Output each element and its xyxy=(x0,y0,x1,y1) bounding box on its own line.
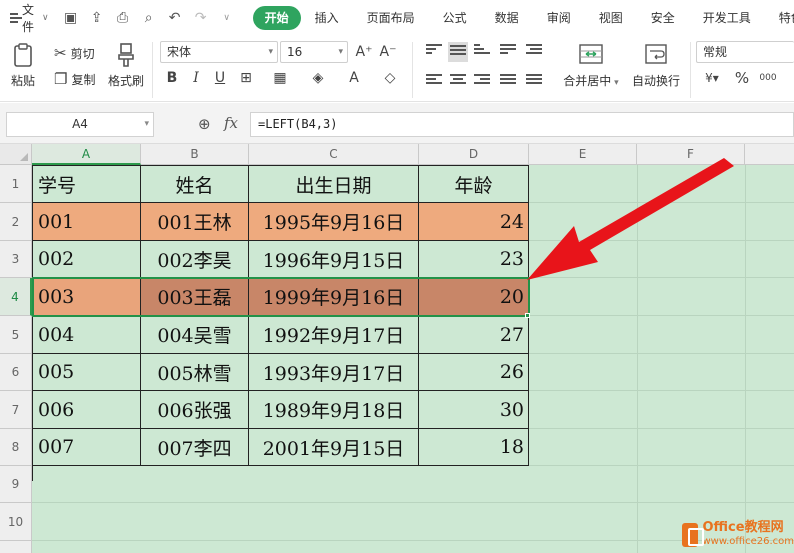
scissors-icon: ✂ xyxy=(54,44,67,62)
distributed-icon[interactable] xyxy=(526,74,542,88)
cell-reference: A4 xyxy=(72,117,88,131)
hamburger-icon xyxy=(10,13,22,23)
tab-review[interactable]: 审阅 xyxy=(533,6,585,30)
wrap-text-label: 自动换行 xyxy=(631,74,680,88)
chevron-down-icon: ▾ xyxy=(144,119,149,129)
merge-cells-icon xyxy=(579,44,603,64)
decrease-font-icon[interactable]: A⁻ xyxy=(378,42,398,62)
justify-icon[interactable] xyxy=(500,74,516,88)
office-logo-icon xyxy=(682,523,704,547)
watermark-name: Office教程网 xyxy=(702,520,784,535)
export-icon[interactable]: ⇪ xyxy=(89,10,105,26)
merge-center-button[interactable]: 合并居中 ▾ xyxy=(560,42,622,89)
tab-page-layout[interactable]: 页面布局 xyxy=(353,6,429,30)
font-color-icon[interactable]: A xyxy=(344,68,364,88)
cut-label: 剪切 xyxy=(70,46,95,61)
format-painter-button[interactable]: 格式刷 xyxy=(108,42,144,89)
copy-icon: ❐ xyxy=(54,70,68,88)
chevron-down-icon: ▾ xyxy=(268,47,273,57)
tab-insert[interactable]: 插入 xyxy=(301,6,353,30)
align-right-icon[interactable] xyxy=(474,74,490,88)
format-painter-label: 格式刷 xyxy=(108,74,145,88)
border-icon[interactable]: ⊞ xyxy=(236,68,256,88)
format-painter-icon xyxy=(118,43,134,67)
number-format-value: 常规 xyxy=(703,45,728,59)
chevron-down-icon: ▾ xyxy=(338,47,343,57)
cut-button[interactable]: ✂ 剪切 xyxy=(54,44,95,62)
sheet-grid[interactable]: A B C D E F 1 2 3 4 5 6 7 8 9 10 学号 姓名 出… xyxy=(0,144,794,553)
indent-icon[interactable] xyxy=(526,44,542,58)
align-top-icon[interactable] xyxy=(426,44,442,58)
ribbon-home: 粘贴 ✂ 剪切 ❐ 复制 格式刷 宋体 ▾ 16 ▾ A⁺ A⁻ B I U ⊞… xyxy=(0,36,794,102)
align-middle-icon[interactable] xyxy=(448,42,468,62)
ribbon-tabs: 开始 插入 页面布局 公式 数据 审阅 视图 安全 开发工具 特色 xyxy=(252,6,794,30)
menu-bar: 文件 ∨ ▣ ⇪ ⎙ ⌕ ↶ ↷ ∨ 开始 插入 页面布局 公式 数据 审阅 视… xyxy=(0,0,794,36)
tab-view[interactable]: 视图 xyxy=(585,6,637,30)
group-divider xyxy=(690,42,691,98)
insert-function-button[interactable]: fx xyxy=(224,114,238,132)
file-menu-label: 文件 xyxy=(22,3,35,34)
undo-icon[interactable]: ↶ xyxy=(167,10,183,26)
copy-button[interactable]: ❐ 复制 xyxy=(54,70,95,88)
currency-icon[interactable]: ¥▾ xyxy=(702,68,722,88)
formula-input[interactable]: =LEFT(B4,3) xyxy=(250,112,794,137)
tab-data[interactable]: 数据 xyxy=(481,6,533,30)
tab-formulas[interactable]: 公式 xyxy=(429,6,481,30)
copy-label: 复制 xyxy=(71,72,96,87)
wrap-text-button[interactable]: 自动换行 xyxy=(628,42,684,89)
align-bottom-icon[interactable] xyxy=(474,44,490,58)
wrap-text-icon xyxy=(645,44,667,64)
chevron-down-icon: ▾ xyxy=(611,78,619,88)
underline-icon[interactable]: U xyxy=(210,68,230,88)
number-format-select[interactable]: 常规 xyxy=(696,41,794,63)
align-left-icon[interactable] xyxy=(426,74,442,88)
tab-home[interactable]: 开始 xyxy=(252,6,301,30)
fill-style-icon[interactable]: ▦ xyxy=(270,68,290,88)
print-icon[interactable]: ⎙ xyxy=(115,10,131,26)
zoom-search-icon[interactable]: ⊕ xyxy=(198,115,211,133)
customize-chevron-icon[interactable]: ∨ xyxy=(219,13,235,23)
redo-icon[interactable]: ↷ xyxy=(193,10,209,26)
quick-access-toolbar: ▣ ⇪ ⎙ ⌕ ↶ ↷ ∨ xyxy=(63,10,235,26)
tab-special[interactable]: 特色 xyxy=(765,6,794,30)
fill-color-icon[interactable]: ◈ xyxy=(308,68,328,88)
group-divider xyxy=(412,42,413,98)
file-menu[interactable]: 文件 ∨ xyxy=(10,3,49,34)
bold-icon[interactable]: B xyxy=(162,68,182,88)
save-icon[interactable]: ▣ xyxy=(63,10,79,26)
watermark: Office教程网 www.office26.com xyxy=(682,517,794,553)
formula-bar: A4 ▾ ⊕ fx =LEFT(B4,3) xyxy=(0,103,794,144)
name-box[interactable]: A4 ▾ xyxy=(6,112,154,137)
paste-label: 粘贴 xyxy=(10,74,35,88)
merge-center-label: 合并居中 xyxy=(563,74,612,88)
watermark-url: www.office26.com xyxy=(702,536,794,547)
font-size-select[interactable]: 16 ▾ xyxy=(280,41,348,63)
group-divider xyxy=(152,42,153,98)
annotation-arrow-icon xyxy=(527,158,734,280)
paste-button[interactable]: 粘贴 xyxy=(10,42,36,89)
chevron-down-icon: ∨ xyxy=(42,13,49,23)
clear-format-icon[interactable]: ◇ xyxy=(380,68,400,88)
increase-font-icon[interactable]: A⁺ xyxy=(354,42,374,62)
tab-developer[interactable]: 开发工具 xyxy=(689,6,765,30)
percent-button[interactable]: % xyxy=(732,68,752,88)
thousands-button[interactable]: 000 xyxy=(756,68,780,88)
font-name-select[interactable]: 宋体 ▾ xyxy=(160,41,278,63)
font-size-value: 16 xyxy=(287,45,303,59)
paste-icon xyxy=(14,43,32,67)
font-name-value: 宋体 xyxy=(167,45,192,59)
align-center-icon[interactable] xyxy=(450,74,466,88)
print-preview-icon[interactable]: ⌕ xyxy=(141,10,157,26)
italic-icon[interactable]: I xyxy=(186,68,206,88)
orientation-icon[interactable] xyxy=(500,44,516,58)
tab-security[interactable]: 安全 xyxy=(637,6,689,30)
